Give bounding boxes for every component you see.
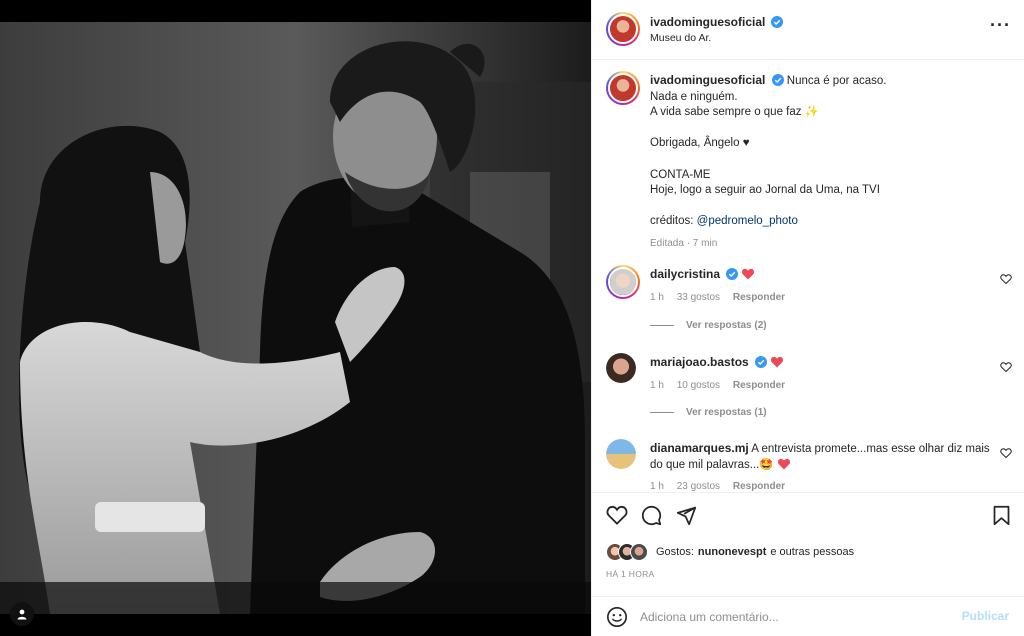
comment-likes[interactable]: 33 gostos (677, 292, 720, 303)
post-actions: Gostos: nunonevespt e outras pessoas HÁ … (592, 492, 1024, 592)
more-options-icon[interactable]: ··· (990, 16, 1011, 34)
comment-like-heart-icon[interactable] (1000, 273, 1012, 285)
comment-like-heart-icon[interactable] (1000, 447, 1012, 459)
view-replies-label: Ver respostas (1) (686, 407, 767, 418)
reply-button[interactable]: Responder (733, 380, 785, 391)
instagram-post-window: ivadominguesoficial Museu do Ar. ··· iva… (0, 0, 1024, 636)
comment-username[interactable]: mariajoao.bastos (650, 355, 749, 369)
bookmark-icon[interactable] (992, 505, 1011, 526)
comment-icon[interactable] (641, 505, 662, 526)
caption-line: A vida sabe sempre o que faz ✨ (650, 106, 820, 119)
post-location[interactable]: Museu do Ar. (650, 32, 783, 44)
caption-line: Nunca é por acaso. (786, 75, 887, 87)
user-tag-button[interactable] (10, 602, 34, 626)
post-media[interactable] (0, 0, 591, 636)
caption-line (650, 121, 1010, 137)
caption-line: CONTA-ME (650, 168, 711, 181)
credits-mention-link[interactable]: @pedromelo_photo (697, 215, 798, 227)
reply-button[interactable]: Responder (733, 481, 785, 492)
post-sidebar: ivadominguesoficial Museu do Ar. ··· iva… (591, 0, 1024, 636)
emoji-icon[interactable] (606, 606, 628, 628)
heart-icon[interactable] (606, 505, 628, 525)
likes-summary[interactable]: Gostos: nunonevespt e outras pessoas (606, 543, 854, 561)
comment-avatar[interactable] (606, 265, 640, 299)
view-replies-label: Ver respostas (2) (686, 320, 767, 331)
author-username[interactable]: ivadominguesoficial (650, 15, 765, 29)
comment-time[interactable]: 1 h (650, 292, 664, 303)
red-heart-emoji-icon (771, 356, 784, 368)
red-heart-emoji-icon (742, 268, 755, 280)
comment-avatar[interactable] (606, 353, 636, 383)
post-photo[interactable] (0, 22, 591, 614)
publish-button[interactable]: Publicar (962, 609, 1009, 623)
credits-label: créditos: (650, 215, 694, 228)
edited-timestamp: Editada · 7 min (650, 237, 718, 249)
caption-username[interactable]: ivadominguesoficial (650, 73, 765, 87)
post-timestamp[interactable]: HÁ 1 HORA (606, 569, 655, 579)
verified-badge-icon (771, 16, 784, 28)
caption-line (650, 152, 1010, 168)
comment-avatar[interactable] (606, 439, 636, 469)
likes-label: Gostos: (656, 546, 694, 558)
liker-avatars (606, 543, 654, 561)
reply-button[interactable]: Responder (733, 292, 785, 303)
likes-and-others[interactable]: e outras pessoas (770, 546, 854, 558)
photo-illustration (0, 22, 591, 614)
comment-input[interactable] (640, 607, 940, 627)
caption-line: Obrigada, Ângelo ♥ (650, 137, 750, 150)
caption-line (650, 199, 1010, 215)
comment-time[interactable]: 1 h (650, 481, 664, 492)
caption-line: Hoje, logo a seguir ao Jornal da Uma, na… (650, 184, 880, 197)
caption-author-avatar[interactable] (606, 71, 640, 105)
liker-username[interactable]: nunonevespt (698, 546, 766, 558)
caption-line: Nada e ninguém. (650, 90, 738, 103)
comment-likes[interactable]: 10 gostos (677, 380, 720, 391)
share-icon[interactable] (676, 505, 697, 526)
comment-likes[interactable]: 23 gostos (677, 481, 720, 492)
comment-time[interactable]: 1 h (650, 380, 664, 391)
post-header: ivadominguesoficial Museu do Ar. ··· (592, 0, 1024, 60)
red-heart-emoji-icon (777, 458, 790, 470)
comment-username[interactable]: dianamarques.mj (650, 441, 749, 455)
add-comment-bar: Publicar (592, 596, 1024, 636)
view-replies-button[interactable]: Ver respostas (1) (650, 407, 767, 418)
comments-scroll-area[interactable]: ivadominguesoficial Nunca é por acaso. N… (592, 61, 1024, 492)
verified-badge-icon (726, 268, 739, 280)
view-replies-button[interactable]: Ver respostas (2) (650, 320, 767, 331)
user-tag-icon (17, 609, 27, 620)
verified-badge-icon (754, 356, 767, 368)
comment-username[interactable]: dailycristina (650, 267, 720, 281)
comment-like-heart-icon[interactable] (1000, 361, 1012, 373)
author-avatar[interactable] (606, 12, 640, 46)
verified-badge-icon (771, 74, 784, 86)
